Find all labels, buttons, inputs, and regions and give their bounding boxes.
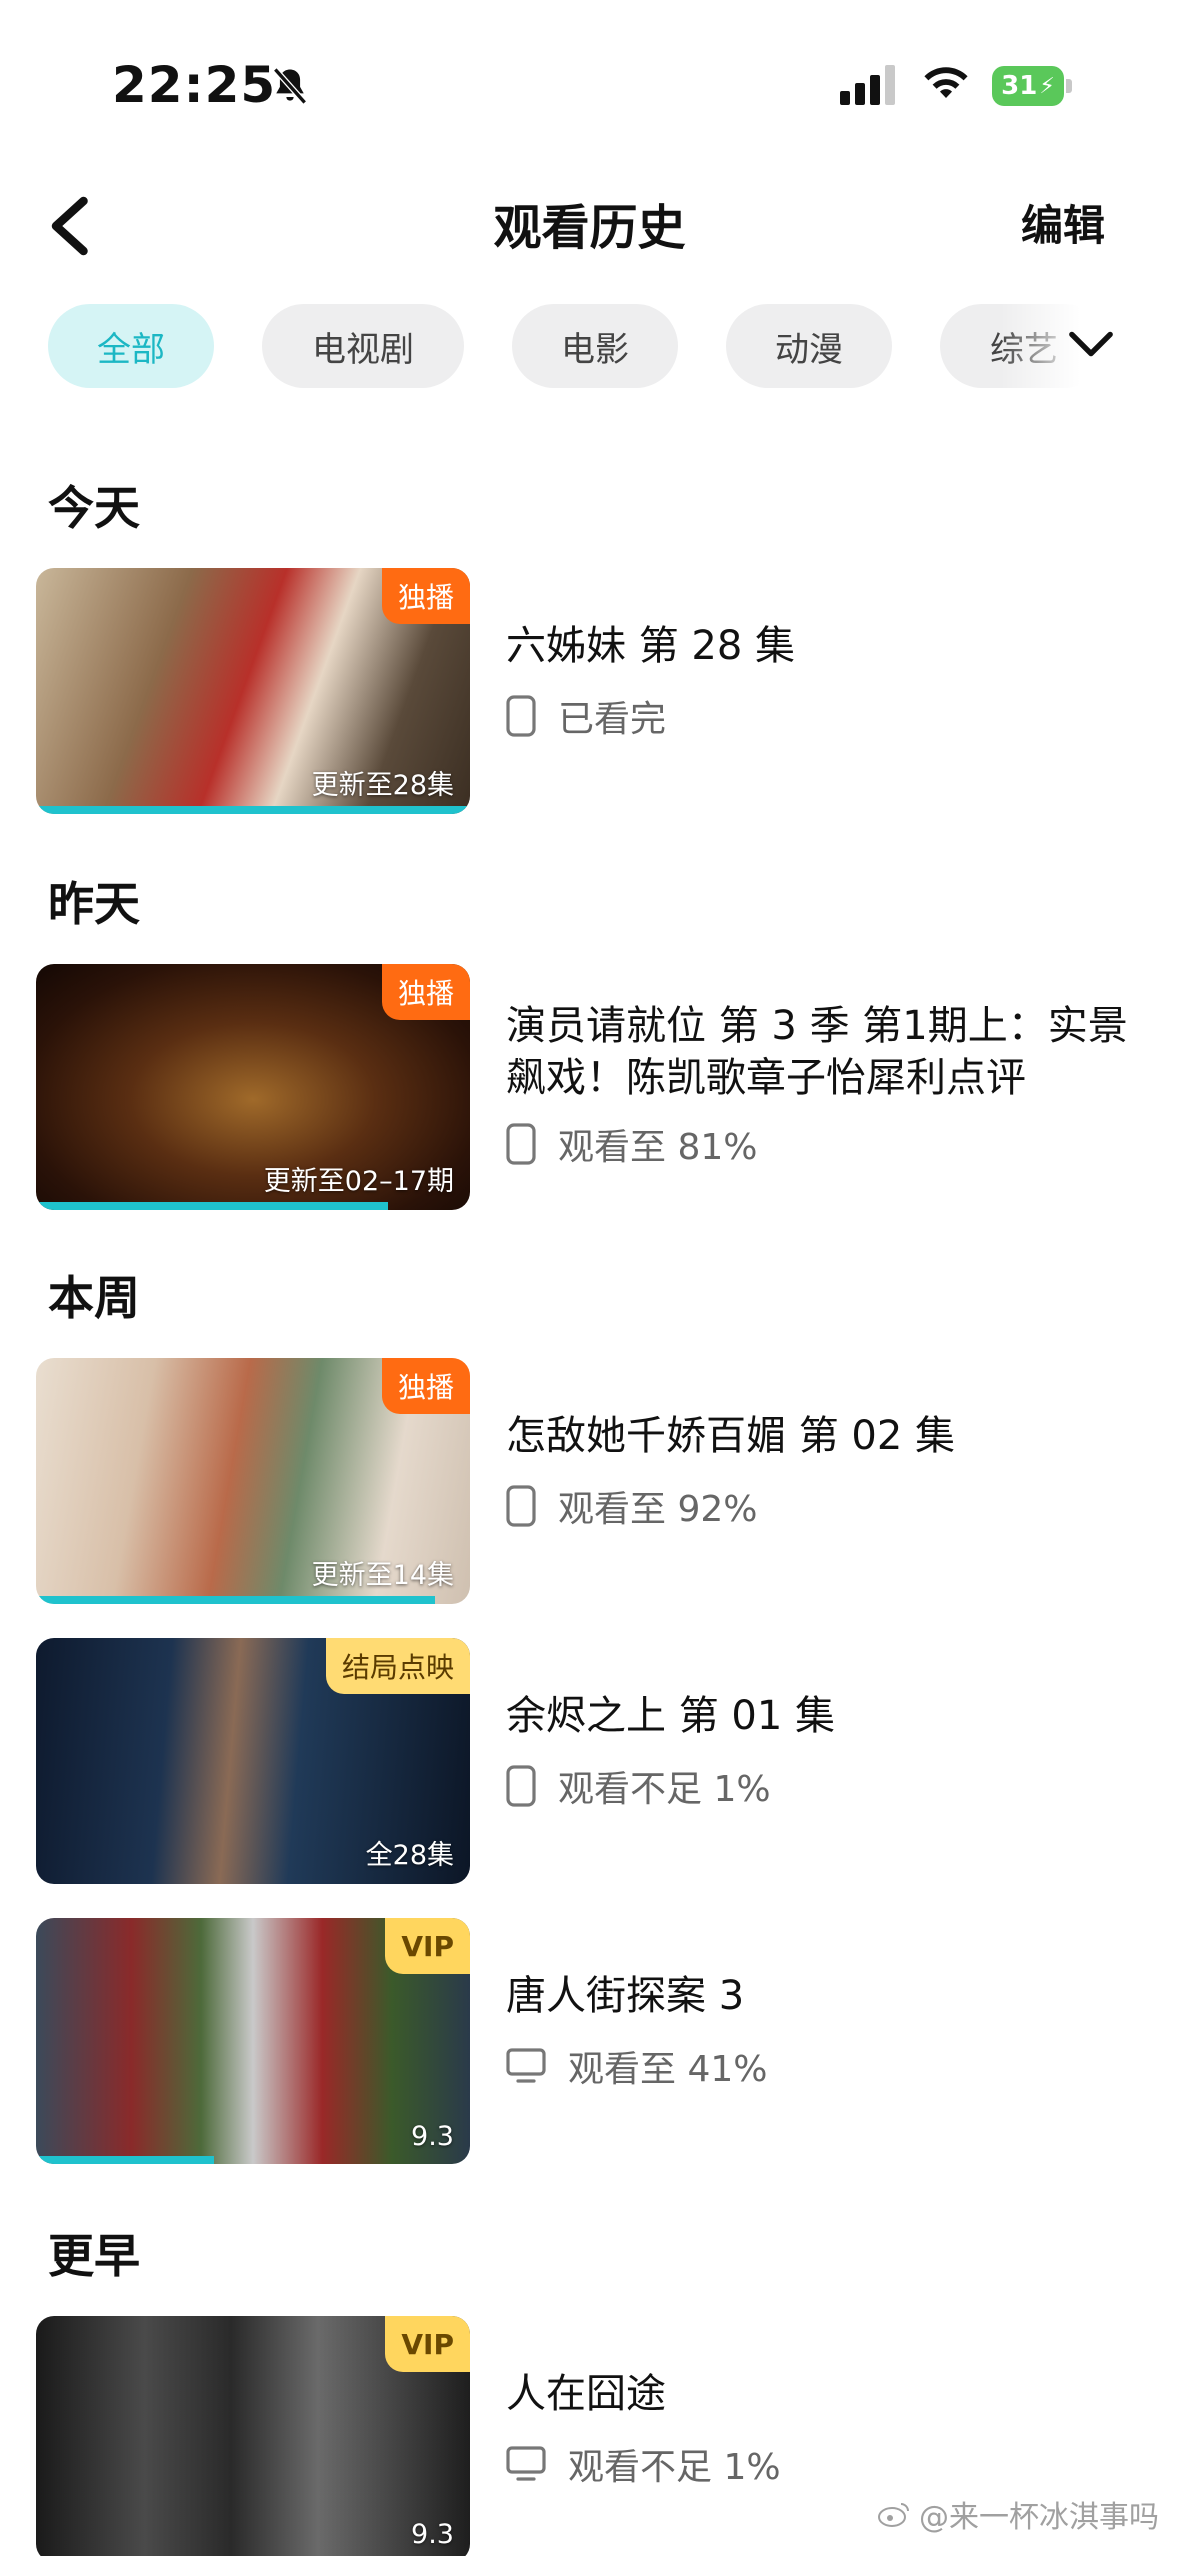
phone-icon (506, 1765, 536, 1807)
watch-status: 观看不足 1% (568, 2447, 781, 2488)
item-title: 人在囧途 (506, 2371, 666, 2417)
wifi-icon (924, 67, 968, 98)
filter-movie[interactable]: 电影 (512, 304, 678, 388)
page-title: 观看历史 (493, 200, 686, 256)
watch-status: 观看至 81% (558, 1127, 758, 1168)
episode-caption: 更新至02–17期 (263, 1166, 454, 1197)
cellular-signal-icon (840, 65, 895, 105)
episode-caption: 全28集 (365, 1840, 454, 1871)
phone-icon (506, 1123, 536, 1165)
tv-icon (506, 2446, 546, 2481)
video-thumbnail[interactable]: VIP 9.3 (36, 1918, 470, 2164)
category-filter-bar: 全部 电视剧 电影 动漫 综艺 (0, 300, 1179, 390)
watermark-text: @来一杯冰淇事吗 (919, 2500, 1159, 2535)
vip-badge: VIP (385, 1918, 470, 1974)
battery-level: 31 (1001, 71, 1038, 101)
watch-status: 已看完 (558, 699, 667, 740)
filter-all[interactable]: 全部 (48, 304, 214, 388)
watch-status: 观看不足 1% (558, 1769, 771, 1810)
video-thumbnail[interactable]: VIP 9.3 (36, 2316, 470, 2556)
nav-bar: 观看历史 编辑 (0, 170, 1179, 270)
finale-premiere-badge: 结局点映 (325, 1638, 470, 1694)
exclusive-badge: 独播 (381, 568, 470, 624)
progress-bar (36, 806, 470, 814)
exclusive-badge: 独播 (381, 964, 470, 1020)
history-item[interactable]: 独播 更新至14集 怎敌她千娇百媚 第 02 集 观看至 92% (36, 1358, 1146, 1604)
battery-indicator: 31 ⚡ (992, 66, 1072, 106)
item-title: 唐人街探案 3 (506, 1973, 745, 2019)
video-thumbnail[interactable]: 独播 更新至02–17期 (36, 964, 470, 1210)
filter-anime[interactable]: 动漫 (726, 304, 892, 388)
history-item[interactable]: VIP 9.3 唐人街探案 3 观看至 41% (36, 1918, 1146, 2164)
progress-bar (36, 1202, 388, 1210)
item-title: 怎敌她千娇百媚 第 02 集 (506, 1413, 956, 1459)
watch-status: 观看至 92% (558, 1489, 758, 1530)
video-thumbnail[interactable]: 独播 更新至28集 (36, 568, 470, 814)
status-bar: 22:25 31 ⚡ (0, 0, 1179, 160)
progress-bar (36, 2156, 214, 2164)
phone-icon (506, 695, 536, 737)
rating-caption: 9.3 (411, 2519, 454, 2550)
item-title: 余烬之上 第 01 集 (506, 1693, 836, 1739)
exclusive-badge: 独播 (381, 1358, 470, 1414)
chevron-down-icon[interactable] (1068, 326, 1114, 362)
charging-icon: ⚡ (1039, 73, 1055, 99)
vip-badge: VIP (385, 2316, 470, 2372)
progress-bar (36, 1596, 436, 1604)
watermark: @来一杯冰淇事吗 (877, 2492, 1159, 2536)
filter-tv-series[interactable]: 电视剧 (262, 304, 464, 388)
weibo-logo-icon (878, 2503, 909, 2527)
history-item[interactable]: 独播 更新至28集 六姊妹 第 28 集 已看完 (36, 568, 1146, 814)
bell-muted-icon (273, 67, 307, 105)
item-title: 六姊妹 第 28 集 (506, 623, 796, 669)
section-header-today: 今天 (48, 481, 140, 535)
status-time: 22:25 (112, 56, 277, 114)
phone-icon (506, 1485, 536, 1527)
edit-button[interactable]: 编辑 (1021, 192, 1105, 253)
video-thumbnail[interactable]: 结局点映 全28集 (36, 1638, 470, 1884)
history-item[interactable]: 独播 更新至02–17期 演员请就位 第 3 季 第1期上：实景飙戏！陈凯歌章子… (36, 964, 1146, 1210)
history-item[interactable]: 结局点映 全28集 余烬之上 第 01 集 观看不足 1% (36, 1638, 1146, 1884)
rating-caption: 9.3 (411, 2121, 454, 2152)
section-header-earlier: 更早 (48, 2229, 140, 2283)
video-thumbnail[interactable]: 独播 更新至14集 (36, 1358, 470, 1604)
tv-icon (506, 2048, 546, 2083)
episode-caption: 更新至14集 (311, 1560, 454, 1591)
item-title: 演员请就位 第 3 季 第1期上：实景飙戏！陈凯歌章子怡犀利点评 (506, 1003, 1128, 1101)
watch-status: 观看至 41% (568, 2049, 768, 2090)
section-header-this-week: 本周 (48, 1271, 140, 1325)
section-header-yesterday: 昨天 (48, 877, 140, 931)
episode-caption: 更新至28集 (311, 770, 454, 801)
